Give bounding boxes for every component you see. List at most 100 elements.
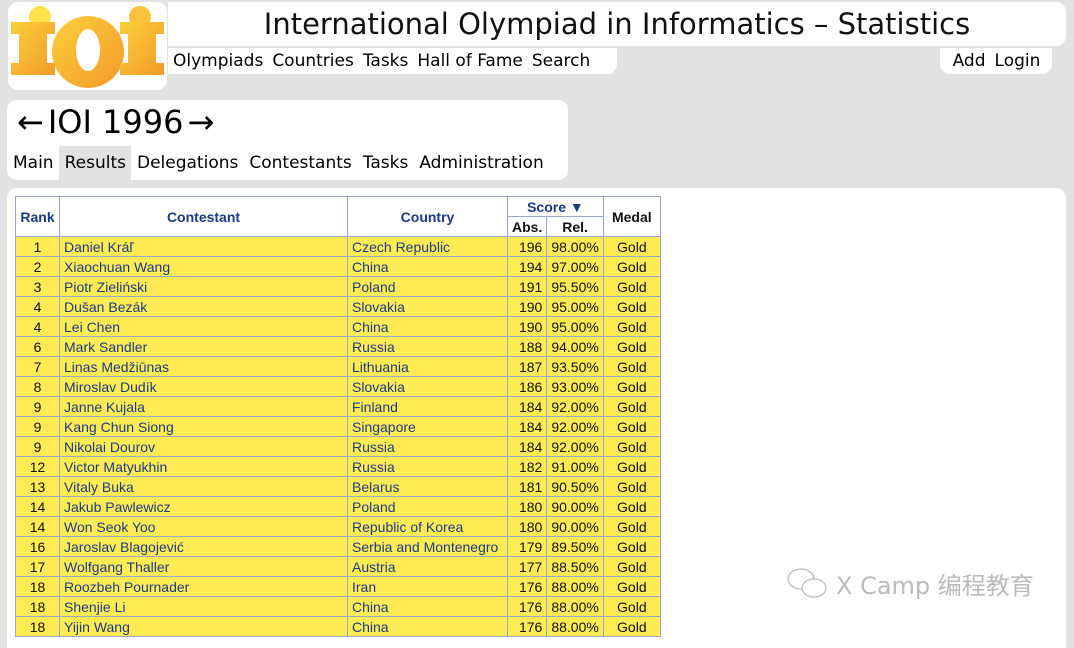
country-link[interactable]: Singapore [347, 416, 508, 437]
header-country[interactable]: Country [347, 196, 508, 237]
rank-cell: 4 [15, 316, 60, 337]
contestant-link[interactable]: Yijin Wang [59, 616, 348, 637]
country-link[interactable]: China [347, 316, 508, 337]
medal-cell: Gold [602, 556, 661, 577]
abs-score-cell: 191 [506, 276, 548, 297]
medal-cell: Gold [602, 456, 661, 477]
abs-score-cell: 176 [506, 616, 548, 637]
country-link[interactable]: Poland [347, 276, 508, 297]
contestant-link[interactable]: Daniel Kráľ [59, 236, 348, 257]
nav-login[interactable]: Login [990, 51, 1045, 71]
country-link[interactable]: Slovakia [347, 376, 508, 397]
abs-score-cell: 184 [506, 416, 548, 437]
country-link[interactable]: China [347, 616, 508, 637]
rel-score-cell: 93.00% [546, 376, 604, 397]
country-link[interactable]: Russia [347, 456, 508, 477]
contestant-link[interactable]: Kang Chun Siong [59, 416, 348, 437]
header-rank[interactable]: Rank [15, 196, 60, 237]
nav-hall-of-fame[interactable]: Hall of Fame [412, 51, 527, 71]
contestant-link[interactable]: Piotr Zieliński [59, 276, 348, 297]
country-link[interactable]: Slovakia [347, 296, 508, 317]
nav-tasks[interactable]: Tasks [358, 51, 413, 71]
country-link[interactable]: Russia [347, 436, 508, 457]
tab-tasks[interactable]: Tasks [357, 146, 414, 180]
tab-administration[interactable]: Administration [413, 146, 548, 180]
rel-score-cell: 89.50% [546, 536, 604, 557]
rank-cell: 12 [15, 456, 60, 477]
contestant-link[interactable]: Wolfgang Thaller [59, 556, 348, 577]
contestant-link[interactable]: Nikolai Dourov [59, 436, 348, 457]
contestant-link[interactable]: Lei Chen [59, 316, 348, 337]
table-row: 4 Dušan Bezák Slovakia 190 95.00% Gold [15, 296, 661, 317]
table-row: 14 Jakub Pawlewicz Poland 180 90.00% Gold [15, 496, 661, 517]
abs-score-cell: 177 [506, 556, 548, 577]
country-link[interactable]: China [347, 256, 508, 277]
contestant-link[interactable]: Roozbeh Pournader [59, 576, 348, 597]
country-link[interactable]: Iran [347, 576, 508, 597]
contestant-link[interactable]: Victor Matyukhin [59, 456, 348, 477]
table-row: 18 Shenjie Li China 176 88.00% Gold [15, 596, 661, 617]
contestant-link[interactable]: Jakub Pawlewicz [59, 496, 348, 517]
medal-cell: Gold [602, 496, 661, 517]
table-row: 1 Daniel Kráľ Czech Republic 196 98.00% Gold [15, 236, 661, 257]
country-link[interactable]: Lithuania [347, 356, 508, 377]
rel-score-cell: 88.00% [546, 616, 604, 637]
rel-score-cell: 94.00% [546, 336, 604, 357]
rank-cell: 16 [15, 536, 60, 557]
rank-cell: 13 [15, 476, 60, 497]
ioi-logo[interactable] [8, 2, 167, 90]
rank-cell: 9 [15, 436, 60, 457]
country-link[interactable]: Austria [347, 556, 508, 577]
contestant-link[interactable]: Miroslav Dudík [59, 376, 348, 397]
rel-score-cell: 95.00% [546, 316, 604, 337]
contestant-link[interactable]: Linas Medžiūnas [59, 356, 348, 377]
table-row: 14 Won Seok Yoo Republic of Korea 180 90.00%… [15, 516, 661, 537]
prev-olympiad-arrow-icon[interactable]: ← [17, 103, 44, 141]
nav-search[interactable]: Search [527, 51, 594, 71]
table-row: 6 Mark Sandler Russia 188 94.00% Gold [15, 336, 661, 357]
rank-cell: 6 [15, 336, 60, 357]
contestant-link[interactable]: Mark Sandler [59, 336, 348, 357]
nav-olympiads[interactable]: Olympiads [168, 51, 267, 71]
country-link[interactable]: Poland [347, 496, 508, 517]
main-nav: Olympiads Countries Tasks Hall of Fame S… [168, 48, 617, 74]
tab-delegations[interactable]: Delegations [131, 146, 243, 180]
rank-cell: 18 [15, 596, 60, 617]
country-link[interactable]: Russia [347, 336, 508, 357]
header-contestant[interactable]: Contestant [59, 196, 348, 237]
contestant-link[interactable]: Janne Kujala [59, 396, 348, 417]
country-link[interactable]: Republic of Korea [347, 516, 508, 537]
rel-score-cell: 88.00% [546, 576, 604, 597]
table-row: 17 Wolfgang Thaller Austria 177 88.50% Gold [15, 556, 661, 577]
abs-score-cell: 186 [506, 376, 548, 397]
header-score[interactable]: Score ▼ [507, 196, 604, 217]
nav-countries[interactable]: Countries [267, 51, 358, 71]
tab-results[interactable]: Results [58, 146, 131, 180]
rel-score-cell: 92.00% [546, 416, 604, 437]
contestant-link[interactable]: Jaroslav Blagojević [59, 536, 348, 557]
contestant-link[interactable]: Vitaly Buka [59, 476, 348, 497]
tab-main[interactable]: Main [7, 146, 59, 180]
contestant-link[interactable]: Xiaochuan Wang [59, 256, 348, 277]
nav-add[interactable]: Add [948, 51, 990, 71]
table-row: 16 Jaroslav Blagojević Serbia and Monteneg… [15, 536, 661, 557]
country-link[interactable]: China [347, 596, 508, 617]
country-link[interactable]: Czech Republic [347, 236, 508, 257]
tab-contestants[interactable]: Contestants [243, 146, 356, 180]
rank-cell: 9 [15, 416, 60, 437]
contestant-link[interactable]: Won Seok Yoo [59, 516, 348, 537]
table-row: 9 Nikolai Dourov Russia 184 92.00% Gold [15, 436, 661, 457]
country-link[interactable]: Serbia and Montenegro [347, 536, 508, 557]
rel-score-cell: 95.50% [546, 276, 604, 297]
table-row: 2 Xiaochuan Wang China 194 97.00% Gold [15, 256, 661, 277]
country-link[interactable]: Finland [347, 396, 508, 417]
country-link[interactable]: Belarus [347, 476, 508, 497]
rel-score-cell: 97.00% [546, 256, 604, 277]
header-abs: Abs. [506, 216, 548, 237]
contestant-link[interactable]: Dušan Bezák [59, 296, 348, 317]
next-olympiad-arrow-icon[interactable]: → [187, 103, 214, 141]
medal-cell: Gold [602, 516, 661, 537]
table-row: 9 Kang Chun Siong Singapore 184 92.00% Gold [15, 416, 661, 437]
contestant-link[interactable]: Shenjie Li [59, 596, 348, 617]
medal-cell: Gold [602, 296, 661, 317]
